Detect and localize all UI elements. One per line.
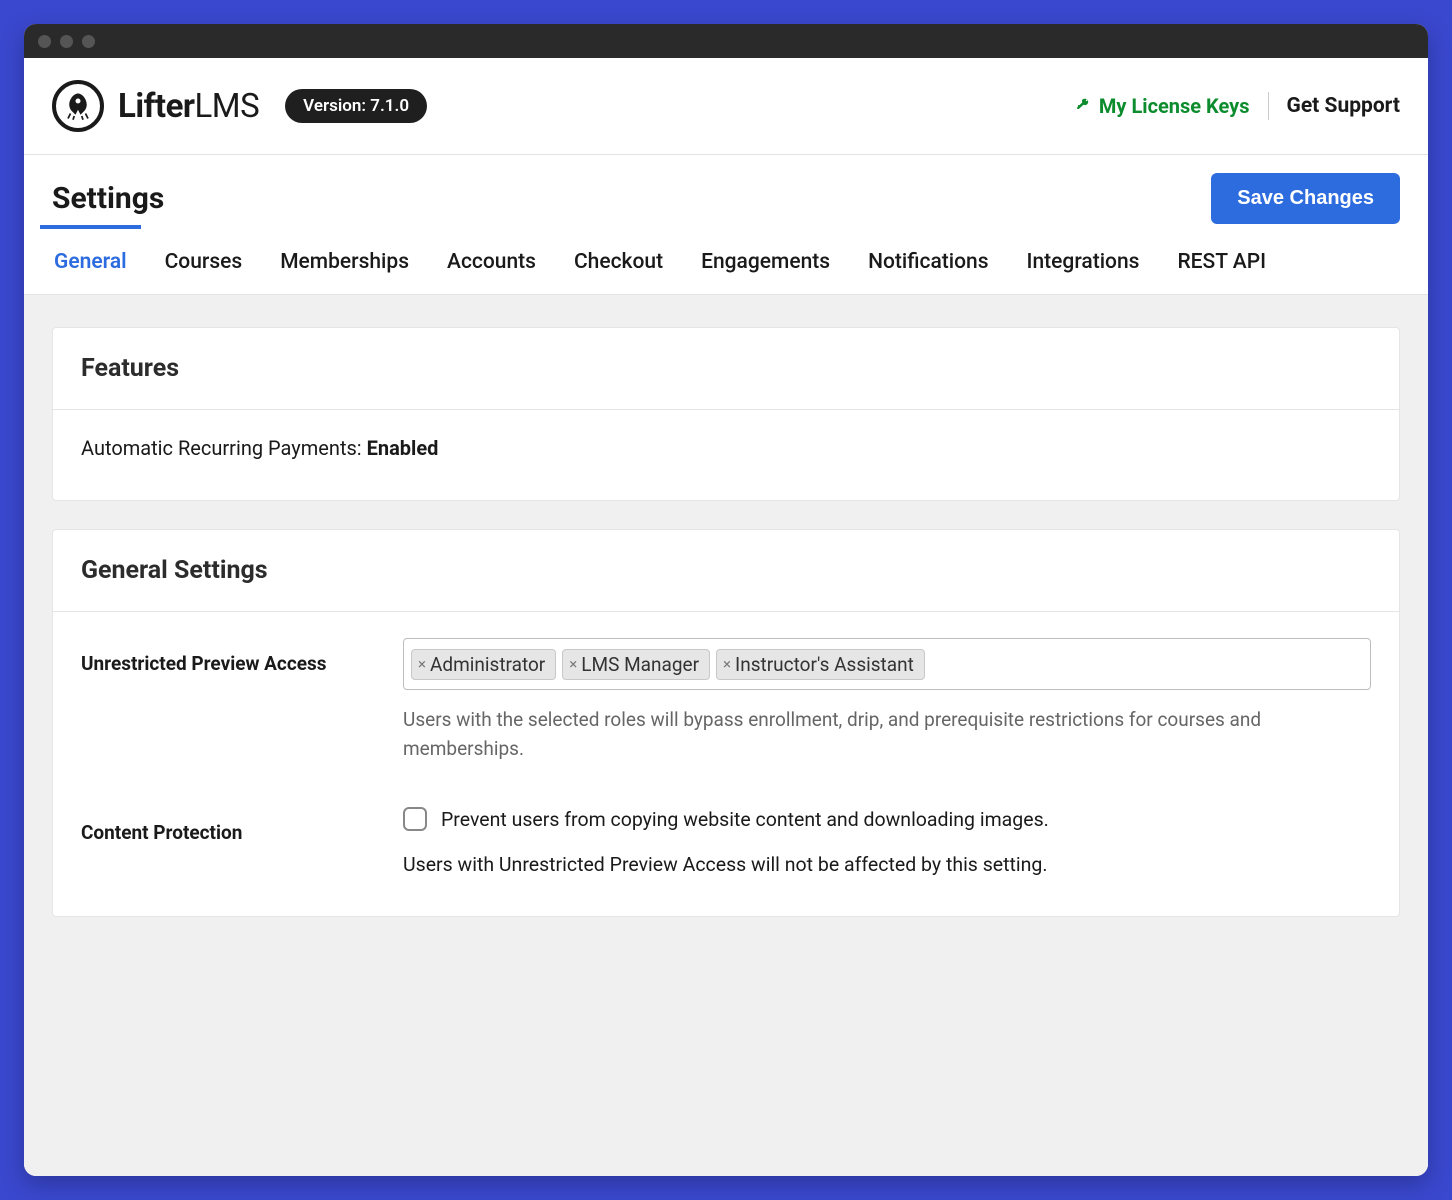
save-changes-button[interactable]: Save Changes — [1211, 173, 1400, 224]
header-divider — [1268, 92, 1269, 120]
content-protection-option: Prevent users from copying website conte… — [403, 807, 1371, 831]
preview-access-help: Users with the selected roles will bypas… — [403, 706, 1371, 763]
features-title: Features — [81, 354, 1371, 383]
content-protection-note: Users with Unrestricted Preview Access w… — [403, 853, 1371, 876]
window-close-icon[interactable] — [38, 35, 51, 48]
settings-content: Features Automatic Recurring Payments: E… — [24, 295, 1428, 1176]
page-header: Settings Save Changes — [24, 155, 1428, 224]
app-header: LifterLMS Version: 7.1.0 My License Keys… — [24, 58, 1428, 155]
window-minimize-icon[interactable] — [60, 35, 73, 48]
rocket-icon — [52, 80, 104, 132]
tab-engagements[interactable]: Engagements — [699, 230, 832, 294]
get-support-link[interactable]: Get Support — [1287, 94, 1400, 118]
settings-tabs: General Courses Memberships Accounts Che… — [24, 230, 1428, 295]
tab-notifications[interactable]: Notifications — [866, 230, 990, 294]
license-keys-label: My License Keys — [1099, 94, 1250, 118]
tab-rest-api[interactable]: REST API — [1175, 230, 1268, 294]
role-tag-instructors-assistant: × Instructor's Assistant — [716, 649, 925, 680]
window-maximize-icon[interactable] — [82, 35, 95, 48]
remove-tag-icon[interactable]: × — [569, 655, 577, 673]
tab-integrations[interactable]: Integrations — [1025, 230, 1142, 294]
recurring-payments-status: Automatic Recurring Payments: Enabled — [81, 436, 1371, 460]
general-settings-title: General Settings — [81, 556, 1371, 585]
app-window: LifterLMS Version: 7.1.0 My License Keys… — [24, 24, 1428, 1176]
brand-logo: LifterLMS Version: 7.1.0 — [52, 80, 427, 132]
window-titlebar — [24, 24, 1428, 58]
preview-access-label: Unrestricted Preview Access — [81, 638, 403, 675]
field-content-protection: Content Protection Prevent users from co… — [81, 807, 1371, 876]
features-card-header: Features — [53, 328, 1399, 410]
role-tag-lms-manager: × LMS Manager — [562, 649, 710, 680]
remove-tag-icon[interactable]: × — [418, 655, 426, 673]
content-protection-checkbox[interactable] — [403, 807, 427, 831]
preview-access-roles-input[interactable]: × Administrator × LMS Manager × Instruct… — [403, 638, 1371, 690]
tab-general[interactable]: General — [52, 230, 129, 294]
brand-name: LifterLMS — [118, 87, 259, 126]
tab-checkout[interactable]: Checkout — [572, 230, 665, 294]
role-tag-label: Instructor's Assistant — [735, 653, 914, 676]
role-tag-label: Administrator — [430, 653, 545, 676]
key-icon — [1074, 94, 1093, 118]
general-settings-header: General Settings — [53, 530, 1399, 612]
role-tag-label: LMS Manager — [581, 653, 699, 676]
tab-accounts[interactable]: Accounts — [445, 230, 538, 294]
tab-courses[interactable]: Courses — [163, 230, 245, 294]
content-protection-checkbox-label: Prevent users from copying website conte… — [441, 808, 1049, 831]
content-protection-label: Content Protection — [81, 807, 403, 844]
features-card: Features Automatic Recurring Payments: E… — [52, 327, 1400, 501]
field-preview-access: Unrestricted Preview Access × Administra… — [81, 638, 1371, 763]
remove-tag-icon[interactable]: × — [723, 655, 731, 673]
general-settings-card: General Settings Unrestricted Preview Ac… — [52, 529, 1400, 917]
page-title: Settings — [52, 181, 164, 216]
version-badge: Version: 7.1.0 — [285, 89, 427, 123]
license-keys-link[interactable]: My License Keys — [1074, 94, 1250, 118]
role-tag-administrator: × Administrator — [411, 649, 556, 680]
tab-memberships[interactable]: Memberships — [278, 230, 411, 294]
